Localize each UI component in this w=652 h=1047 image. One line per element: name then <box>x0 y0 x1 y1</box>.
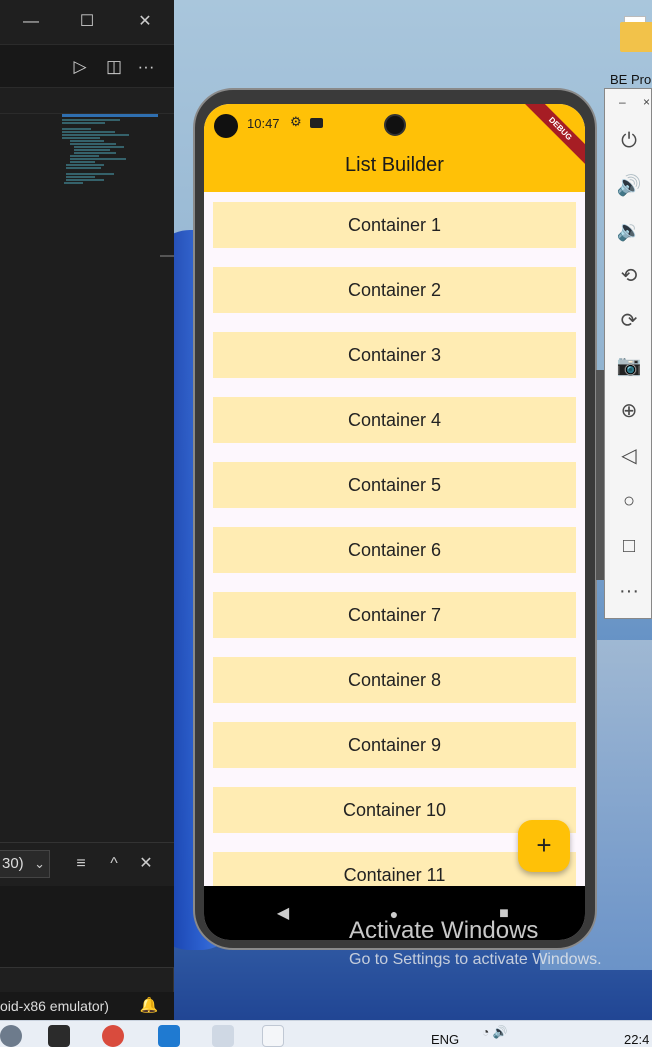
minimize-icon[interactable]: – <box>619 95 626 109</box>
rotate-left-icon[interactable]: ⟲ <box>605 261 652 291</box>
editor-tab-strip <box>0 88 174 114</box>
list-view[interactable]: Container 1 Container 2 Container 3 Cont… <box>204 192 585 886</box>
home-icon[interactable]: ○ <box>605 486 652 516</box>
add-fab-button[interactable]: + <box>518 820 570 872</box>
language-indicator[interactable]: ENG <box>431 1032 459 1047</box>
more-icon[interactable]: ··· <box>605 576 652 606</box>
close-icon[interactable]: × <box>643 95 650 109</box>
zoom-icon[interactable]: ⊕ <box>605 396 652 426</box>
back-icon[interactable]: ◀ <box>271 902 295 926</box>
toolbar-window-controls: – × <box>605 95 652 115</box>
clear-output-icon[interactable]: ≡ <box>70 852 92 876</box>
minimap-slider[interactable] <box>62 114 158 117</box>
rotate-right-icon[interactable]: ⟳ <box>605 306 652 336</box>
device-status-text[interactable]: oid-x86 emulator) <box>0 998 109 1014</box>
list-item[interactable]: Container 4 <box>213 397 576 443</box>
minimap[interactable] <box>62 118 158 228</box>
list-item[interactable]: Container 9 <box>213 722 576 768</box>
list-item[interactable]: Container 8 <box>213 657 576 703</box>
list-item[interactable]: Container 3 <box>213 332 576 378</box>
status-time: 10:47 <box>247 116 280 131</box>
list-item[interactable]: Container 6 <box>213 527 576 573</box>
emulator-taskbar-icon[interactable] <box>262 1025 284 1047</box>
more-actions-icon[interactable]: ··· <box>134 55 158 79</box>
activation-watermark-subtitle: Go to Settings to activate Windows. <box>349 951 602 968</box>
list-item[interactable]: Container 5 <box>213 462 576 508</box>
maximize-panel-icon[interactable]: ^ <box>103 852 125 876</box>
vscode-titlebar: — ☐ ✕ <box>0 0 174 44</box>
settings-status-icon: ⚙ <box>290 114 302 129</box>
close-icon[interactable]: ✕ <box>132 10 158 34</box>
search-icon[interactable] <box>0 1025 22 1047</box>
page-title: List Builder <box>345 154 444 176</box>
emulator-resize-handle[interactable] <box>596 370 604 580</box>
output-channel-dropdown[interactable]: 30) ⌄ <box>0 850 50 878</box>
camera-icon <box>214 114 238 138</box>
punch-hole-camera-icon <box>384 114 406 136</box>
dropbox-icon[interactable] <box>48 1025 70 1047</box>
volume-down-icon[interactable]: 🔉 <box>605 216 652 246</box>
list-item[interactable]: Container 7 <box>213 592 576 638</box>
activation-watermark-title: Activate Windows <box>349 917 539 944</box>
dropdown-value: 30) <box>2 855 24 872</box>
power-icon[interactable]: ⏻ <box>605 126 652 156</box>
youtube-status-icon <box>310 118 323 128</box>
maximize-icon[interactable]: ☐ <box>74 10 100 34</box>
editor-scrollbar[interactable] <box>160 255 174 257</box>
run-icon[interactable]: ▷ <box>68 55 92 79</box>
output-panel[interactable] <box>0 886 174 968</box>
folder-icon[interactable] <box>618 14 652 56</box>
app-taskbar-icon[interactable] <box>212 1025 234 1047</box>
app-bar: 10:47 ⚙ DEBUG List Builder <box>204 104 585 192</box>
vscode-window: — ☐ ✕ ▷ ◫ ··· 30) ⌄ ≡ ^ ✕ oid-x86 emulat… <box>0 0 174 1020</box>
overview-icon[interactable]: □ <box>605 531 652 561</box>
emulator-toolbar: – × ⏻ 🔊 🔉 ⟲ ⟳ 📷 ⊕ ◁ ○ □ ··· <box>604 88 652 619</box>
list-item[interactable]: Container 2 <box>213 267 576 313</box>
screenshot-icon[interactable]: 📷 <box>605 351 652 381</box>
chrome-icon[interactable] <box>102 1025 124 1047</box>
editor-toolbar: ▷ ◫ ··· <box>0 44 174 88</box>
bell-icon[interactable]: 🔔 <box>138 994 160 1018</box>
close-panel-icon[interactable]: ✕ <box>135 852 157 876</box>
volume-up-icon[interactable]: 🔊 <box>605 171 652 201</box>
chevron-down-icon: ⌄ <box>34 856 45 871</box>
vscode-taskbar-icon[interactable] <box>158 1025 180 1047</box>
system-tray-icons[interactable]: ◔ 🔊 <box>482 1025 542 1047</box>
phone-screen: 10:47 ⚙ DEBUG List Builder Container 1 C… <box>204 104 585 940</box>
split-editor-icon[interactable]: ◫ <box>102 55 126 79</box>
back-icon[interactable]: ◁ <box>605 441 652 471</box>
desktop-folder-label[interactable]: BE Pro <box>610 72 651 87</box>
minimize-icon[interactable]: — <box>18 10 44 34</box>
taskbar: ◔ 🔊 <box>0 1020 652 1047</box>
taskbar-clock[interactable]: 22:4 <box>624 1032 649 1047</box>
list-item[interactable]: Container 1 <box>213 202 576 248</box>
